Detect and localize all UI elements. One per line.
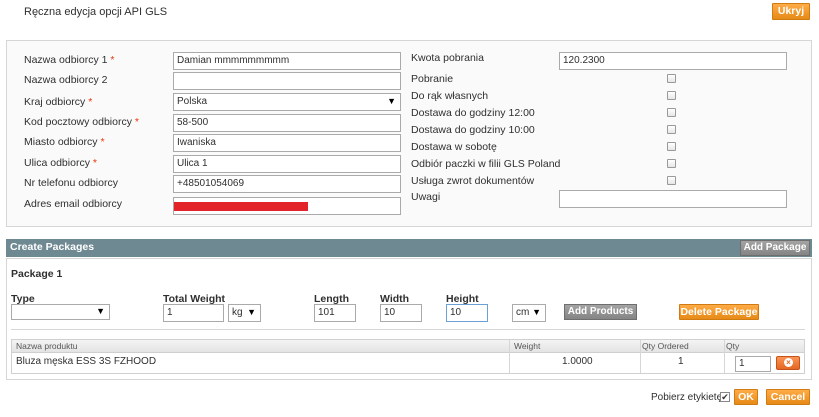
print-label-checkbox[interactable]: ✔ xyxy=(720,392,730,402)
height-input[interactable]: 10 xyxy=(446,304,488,322)
dropdown-arrow-icon: ▼ xyxy=(247,307,256,317)
add-package-button[interactable]: Add Package xyxy=(740,240,810,256)
length-input[interactable]: 101 xyxy=(314,304,356,322)
remove-product-button[interactable]: × xyxy=(776,356,800,370)
cod-amount-input[interactable]: 120.2300 xyxy=(559,52,787,70)
print-label-text: Pobierz etykietę xyxy=(651,392,723,403)
products-grid: Nazwa produktu Weight Qty Ordered Qty Bl… xyxy=(11,339,805,374)
country-select[interactable]: Polska ▼ xyxy=(173,93,401,111)
option-label-10: Dostawa do godziny 10:00 xyxy=(411,124,535,136)
city-label: Miasto odbiorcy * xyxy=(24,136,105,148)
column-header-name: Nazwa produktu xyxy=(16,341,78,351)
option-checkbox-12[interactable] xyxy=(667,108,676,117)
column-header-weight: Weight xyxy=(514,341,541,351)
product-name: Bluza męska ESS 3S FZHOOD xyxy=(16,356,157,367)
dropdown-arrow-icon: ▼ xyxy=(532,307,541,317)
phone-label: Nr telefonu odbiorcy xyxy=(24,177,118,189)
option-label-cod: Pobranie xyxy=(411,73,454,85)
name1-input[interactable]: Damian mmmmmmmmm xyxy=(173,52,401,70)
close-icon: × xyxy=(784,358,793,367)
column-divider xyxy=(509,340,510,373)
create-packages-header: Create Packages xyxy=(6,239,812,257)
dropdown-arrow-icon: ▼ xyxy=(387,96,396,106)
column-divider xyxy=(640,340,641,373)
column-header-qty-ordered: Qty Ordered xyxy=(642,341,689,351)
city-input[interactable]: Iwaniska xyxy=(173,134,401,152)
product-qty-ordered: 1 xyxy=(678,356,684,367)
hide-button[interactable]: Ukryj xyxy=(772,3,810,20)
weight-unit-select[interactable]: kg ▼ xyxy=(228,304,261,322)
grid-header: Nazwa produktu Weight Qty Ordered Qty xyxy=(12,340,804,353)
phone-input[interactable]: +48501054069 xyxy=(173,175,401,193)
type-select[interactable]: ▼ xyxy=(11,304,110,320)
qty-input[interactable]: 1 xyxy=(735,356,771,372)
dim-unit-value: cm xyxy=(516,307,530,318)
package-title: Package 1 xyxy=(11,268,63,280)
option-checkbox-pickup[interactable] xyxy=(667,159,676,168)
total-weight-input[interactable]: 1 xyxy=(163,304,224,322)
option-checkbox-saturday[interactable] xyxy=(667,142,676,151)
option-label-personal: Do rąk własnych xyxy=(411,90,489,102)
country-label: Kraj odbiorcy * xyxy=(24,96,93,108)
option-label-12: Dostawa do godziny 12:00 xyxy=(411,107,535,119)
postcode-label: Kod pocztowy odbiorcy * xyxy=(24,116,139,128)
add-products-button[interactable]: Add Products xyxy=(564,304,637,320)
weight-unit-value: kg xyxy=(232,307,243,318)
dropdown-arrow-icon: ▼ xyxy=(96,306,105,316)
redacted-email-bar xyxy=(174,202,308,211)
notes-input[interactable] xyxy=(559,190,787,208)
page-title: Ręczna edycja opcji API GLS xyxy=(24,6,168,18)
option-label-docs: Usługa zwrot dokumentów xyxy=(411,175,535,187)
street-input[interactable]: Ulica 1 xyxy=(173,155,401,173)
name1-label: Nazwa odbiorcy 1 * xyxy=(24,54,115,66)
title-bar: Ręczna edycja opcji API GLS xyxy=(0,0,819,32)
column-header-qty: Qty xyxy=(726,341,740,351)
column-divider xyxy=(724,340,725,373)
notes-label: Uwagi xyxy=(411,191,441,203)
width-input[interactable]: 10 xyxy=(380,304,422,322)
street-label: Ulica odbiorcy * xyxy=(24,157,97,169)
email-label: Adres email odbiorcy xyxy=(24,198,123,210)
cod-amount-label: Kwota pobrania xyxy=(411,52,484,64)
postcode-input[interactable]: 58-500 xyxy=(173,114,401,132)
dim-unit-select[interactable]: cm ▼ xyxy=(512,304,546,322)
name2-input[interactable] xyxy=(173,72,401,90)
option-label-saturday: Dostawa w sobotę xyxy=(411,141,497,153)
option-checkbox-docs[interactable] xyxy=(667,176,676,185)
divider xyxy=(11,329,805,330)
option-checkbox-10[interactable] xyxy=(667,125,676,134)
name2-label: Nazwa odbiorcy 2 xyxy=(24,74,108,86)
option-checkbox-personal[interactable] xyxy=(667,91,676,100)
option-label-pickup: Odbiór paczki w filii GLS Poland xyxy=(411,158,561,170)
product-weight: 1.0000 xyxy=(562,356,593,367)
ok-button[interactable]: OK xyxy=(734,389,758,405)
country-value: Polska xyxy=(177,96,208,107)
section-title: Create Packages xyxy=(10,241,95,253)
option-checkbox-cod[interactable] xyxy=(667,74,676,83)
checkmark-icon: ✔ xyxy=(721,392,729,402)
delete-package-button[interactable]: Delete Package xyxy=(679,304,759,320)
cancel-button[interactable]: Cancel xyxy=(766,389,810,405)
